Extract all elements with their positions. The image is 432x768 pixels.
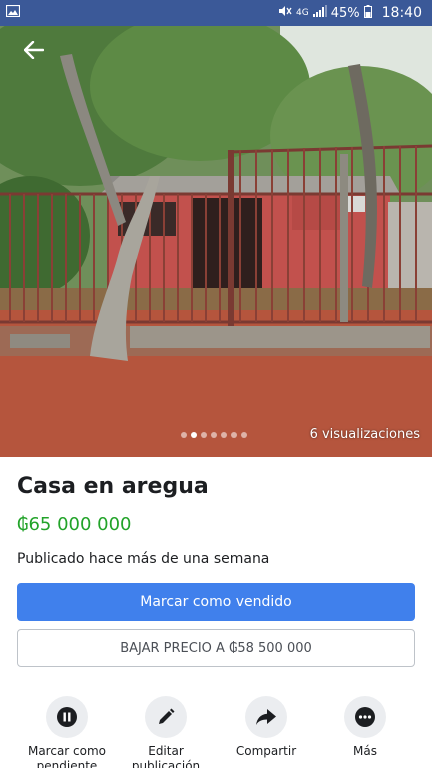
pagination-dot[interactable]: [231, 432, 237, 438]
pagination-dot[interactable]: [211, 432, 217, 438]
mark-pending-label: Marcar como pendiente: [27, 744, 107, 768]
pagination-dot-active[interactable]: [191, 432, 197, 438]
more-label: Más: [353, 744, 377, 758]
view-count: 6 visualizaciones: [309, 427, 420, 442]
image-pagination-dots: [181, 432, 247, 438]
share-label: Compartir: [235, 744, 297, 758]
pencil-icon[interactable]: [145, 696, 187, 738]
more-icon[interactable]: [344, 696, 386, 738]
mark-sold-button[interactable]: Marcar como vendido: [17, 583, 415, 621]
lower-price-button[interactable]: BAJAR PRECIO A ₲58 500 000: [17, 629, 415, 667]
battery-icon: [363, 4, 372, 22]
mute-icon: [278, 5, 292, 21]
pagination-dot[interactable]: [241, 432, 247, 438]
network-type: 4G: [296, 8, 309, 18]
listing-actions: Marcar como pendiente Editar publicación…: [0, 696, 432, 768]
back-arrow-icon[interactable]: [20, 38, 48, 62]
listing-price: ₲65 000 000: [17, 514, 132, 535]
mark-pending-action[interactable]: Marcar como pendiente: [17, 696, 117, 768]
gallery-notification-icon: [5, 4, 21, 21]
share-icon[interactable]: [245, 696, 287, 738]
posted-time: Publicado hace más de una semana: [17, 551, 270, 567]
pause-icon[interactable]: [46, 696, 88, 738]
edit-listing-action[interactable]: Editar publicación: [116, 696, 216, 768]
pagination-dot[interactable]: [221, 432, 227, 438]
pagination-dot[interactable]: [181, 432, 187, 438]
listing-title: Casa en aregua: [17, 474, 209, 499]
clock: 18:40: [381, 5, 422, 21]
status-left: [5, 4, 21, 21]
more-action[interactable]: Más: [315, 696, 415, 759]
status-right: 4G 45% 18:40: [278, 4, 422, 22]
status-bar: 4G 45% 18:40: [0, 0, 432, 26]
signal-icon: [312, 5, 327, 21]
battery-percent: 45%: [330, 5, 360, 21]
pagination-dot[interactable]: [201, 432, 207, 438]
listing-photo[interactable]: [0, 26, 432, 457]
share-action[interactable]: Compartir: [216, 696, 316, 759]
edit-listing-label: Editar publicación: [131, 744, 201, 768]
